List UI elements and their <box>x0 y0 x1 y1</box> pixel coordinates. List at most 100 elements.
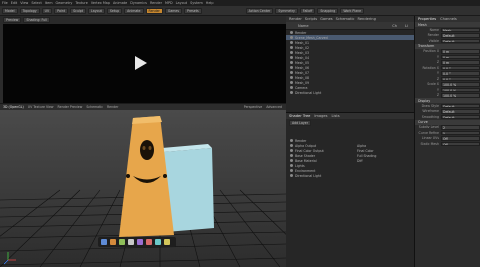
visibility-eye-icon[interactable] <box>290 56 293 59</box>
prop-field[interactable]: Off <box>441 136 480 141</box>
tab-schematic[interactable]: Schematic <box>86 105 103 109</box>
menu-item[interactable]: Item <box>45 1 53 5</box>
tab-uv-view[interactable]: UV Texture View <box>28 105 54 109</box>
menu-texture[interactable]: Texture <box>75 1 87 5</box>
visibility-eye-icon[interactable] <box>290 154 293 157</box>
pivot-tool-icon[interactable] <box>155 239 161 245</box>
tab-games[interactable]: Games <box>320 17 333 21</box>
visibility-eye-icon[interactable] <box>290 169 293 172</box>
tab-shader-tree[interactable]: Shader Tree <box>289 114 310 118</box>
shader-row[interactable]: Directional Light <box>286 173 414 178</box>
visibility-eye-icon[interactable] <box>290 149 293 152</box>
visibility-eye-icon[interactable] <box>290 164 293 167</box>
snap-tool-icon[interactable] <box>164 239 170 245</box>
menu-select[interactable]: Select <box>31 1 41 5</box>
menu-geometry[interactable]: Geometry <box>56 1 73 5</box>
toolbar-games[interactable]: Games <box>164 7 183 14</box>
toolbar-work-plane[interactable]: Work Plane <box>340 7 365 14</box>
menu-system[interactable]: System <box>190 1 203 5</box>
prop-field[interactable]: Default <box>441 33 480 38</box>
visibility-eye-icon[interactable] <box>290 86 293 89</box>
toolbar-topology[interactable]: Topology <box>19 7 40 14</box>
visibility-eye-icon[interactable] <box>290 71 293 74</box>
tab-images[interactable]: Images <box>314 114 327 118</box>
visibility-eye-icon[interactable] <box>290 81 293 84</box>
menu-help[interactable]: Help <box>206 1 214 5</box>
tab-schematic-right[interactable]: Schematic <box>336 17 355 21</box>
scale-tool-icon[interactable] <box>119 239 125 245</box>
visibility-eye-icon[interactable] <box>290 139 293 142</box>
shading-dropdown[interactable]: Shading: Full <box>23 17 50 23</box>
toolbar-sculpt[interactable]: Sculpt <box>70 7 87 14</box>
toolbar-symmetry[interactable]: Symmetry <box>275 7 298 14</box>
visibility-eye-icon[interactable] <box>290 51 293 54</box>
tab-render-right[interactable]: Render <box>289 17 302 21</box>
visibility-eye-icon[interactable] <box>290 66 293 69</box>
prop-field[interactable]: Default <box>441 103 480 108</box>
toolbar-falloff[interactable]: Falloff <box>299 7 316 14</box>
toolbar-presets[interactable]: Presets <box>184 7 202 14</box>
visibility-eye-icon[interactable] <box>290 46 293 49</box>
prop-field[interactable]: 0.0 ° <box>441 71 480 76</box>
tab-channels[interactable]: Channels <box>440 17 457 21</box>
toolbar-animate[interactable]: Animate <box>124 7 144 14</box>
tab-scripts[interactable]: Scripts <box>305 17 317 21</box>
visibility-eye-icon[interactable] <box>290 159 293 162</box>
visibility-eye-icon[interactable] <box>290 174 293 177</box>
menu-vertex-map[interactable]: Vertex Map <box>91 1 110 5</box>
visibility-eye-icon[interactable] <box>290 91 293 94</box>
toolbar-uv[interactable]: UV <box>41 7 53 14</box>
select-tool-icon[interactable] <box>137 239 143 245</box>
move-tool-icon[interactable] <box>101 239 107 245</box>
prop-field[interactable]: 100.0 % <box>441 82 480 87</box>
menu-view[interactable]: View <box>20 1 28 5</box>
toolbar-model[interactable]: Model <box>2 7 18 14</box>
transform-tool-icon[interactable] <box>128 239 134 245</box>
prop-field[interactable]: 0 m <box>441 60 480 65</box>
toolbar-setup[interactable]: Setup <box>106 7 123 14</box>
visibility-eye-icon[interactable] <box>290 36 293 39</box>
tab-properties[interactable]: Properties <box>418 17 436 21</box>
prop-field[interactable]: Default <box>441 109 480 114</box>
menu-render[interactable]: Render <box>150 1 162 5</box>
toolbar-action-center[interactable]: Action Center <box>245 7 274 14</box>
visibility-eye-icon[interactable] <box>290 41 293 44</box>
toolbar-snapping[interactable]: Snapping <box>317 7 339 14</box>
prop-field[interactable]: Off <box>441 141 480 146</box>
prop-field[interactable]: 0 m <box>441 49 480 54</box>
tab-render-preview[interactable]: Render Preview <box>58 105 83 109</box>
tab-render[interactable]: Render <box>107 105 118 109</box>
menu-dynamics[interactable]: Dynamics <box>130 1 147 5</box>
prop-field[interactable]: 5 <box>441 130 480 135</box>
prop-field[interactable]: Default <box>441 38 480 43</box>
preview-label[interactable]: Preview <box>3 17 22 23</box>
list-item[interactable]: Directional Light <box>286 90 414 95</box>
prop-field[interactable]: Mesh <box>441 27 480 32</box>
viewport-shading[interactable]: Advanced <box>266 105 282 109</box>
play-icon[interactable] <box>135 56 147 70</box>
toolbar-paint[interactable]: Paint <box>54 7 69 14</box>
menu-mpd[interactable]: MPD <box>165 1 173 5</box>
tab-lists[interactable]: Lists <box>332 114 340 118</box>
add-layer-button[interactable]: Add Layer <box>289 119 312 126</box>
prop-field[interactable]: 0.0 ° <box>441 76 480 81</box>
tab-rendering[interactable]: Rendering <box>358 17 376 21</box>
menu-layout[interactable]: Layout <box>176 1 188 5</box>
prop-field[interactable]: 0.0 ° <box>441 65 480 70</box>
visibility-eye-icon[interactable] <box>290 61 293 64</box>
toolbar-render[interactable]: Render <box>145 7 163 14</box>
prop-field[interactable]: 0 m <box>441 54 480 59</box>
visibility-eye-icon[interactable] <box>290 144 293 147</box>
visibility-eye-icon[interactable] <box>290 31 293 34</box>
prop-field[interactable]: 100.0 % <box>441 87 480 92</box>
visibility-eye-icon[interactable] <box>290 76 293 79</box>
tab-3d-view[interactable]: 3D (OpenGL) <box>3 105 24 109</box>
menu-animate[interactable]: Animate <box>113 1 127 5</box>
prop-field[interactable]: 100.0 % <box>441 93 480 98</box>
element-tool-icon[interactable] <box>146 239 152 245</box>
viewport-mode[interactable]: Perspective <box>244 105 262 109</box>
menu-edit[interactable]: Edit <box>11 1 18 5</box>
prop-field[interactable]: 2 <box>441 125 480 130</box>
toolbar-layout[interactable]: Layout <box>88 7 105 14</box>
menu-file[interactable]: File <box>2 1 8 5</box>
